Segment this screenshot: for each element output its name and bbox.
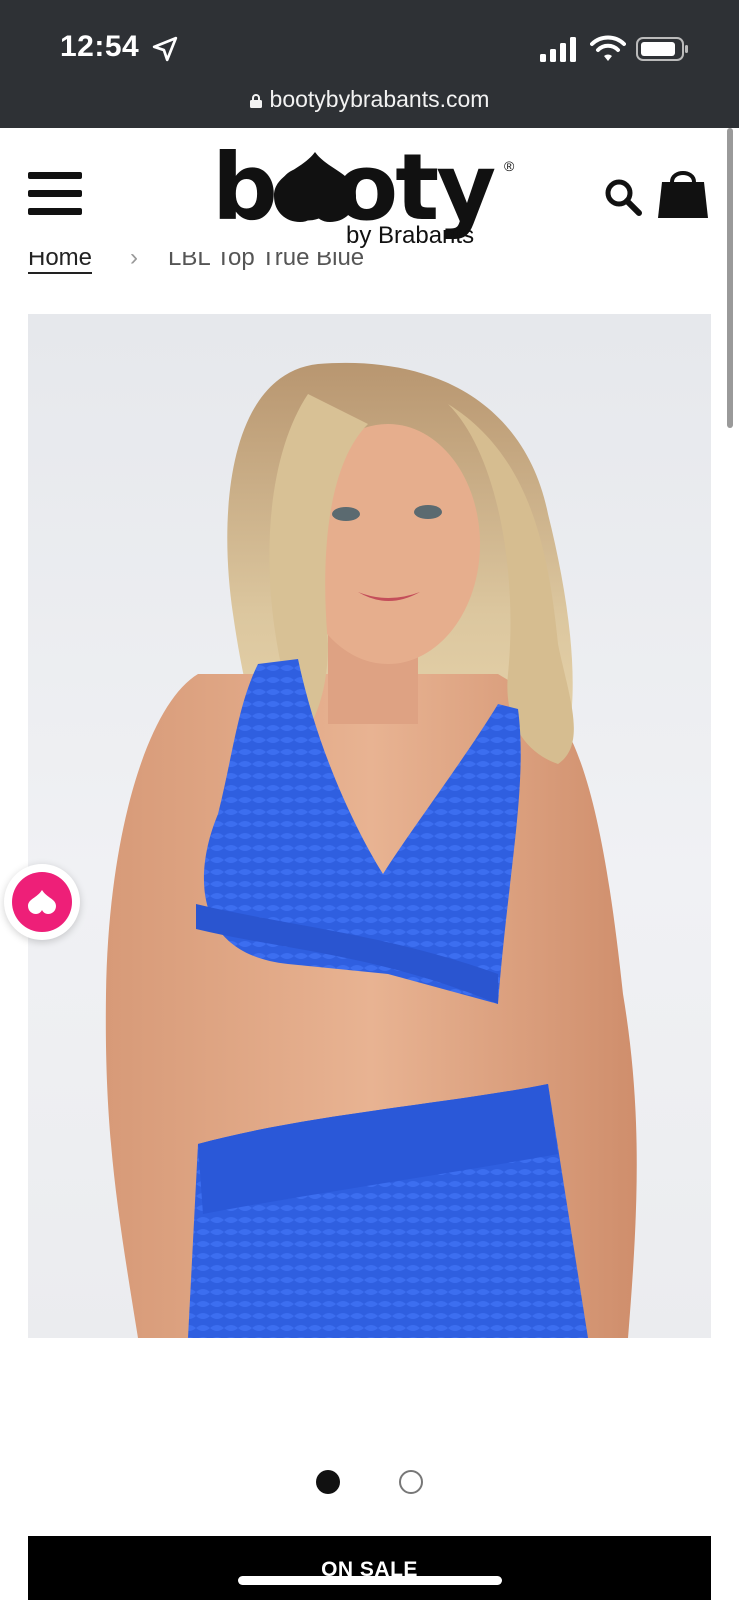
breadcrumb-current: LBL Top True Blue <box>168 252 365 271</box>
site-header: booty ® by Brabants <box>0 128 739 258</box>
product-image[interactable] <box>28 314 711 1338</box>
logo-subtitle: by Brabants <box>346 222 475 249</box>
address-url: bootybybrabants.com <box>269 86 490 112</box>
lock-icon <box>249 94 262 108</box>
home-indicator[interactable] <box>238 1576 502 1585</box>
wishlist-button-fill <box>12 872 72 932</box>
on-sale-banner: ON SALE <box>28 1536 711 1600</box>
address-bar[interactable]: bootybybrabants.com <box>0 86 739 113</box>
status-time: 12:54 <box>60 30 140 63</box>
shopping-bag-icon[interactable] <box>656 166 710 220</box>
search-icon[interactable] <box>604 178 642 216</box>
heart-icon <box>28 890 56 914</box>
cellular-signal-icon <box>540 37 576 62</box>
carousel-pagination <box>0 1470 739 1496</box>
battery-icon <box>636 37 688 61</box>
carousel-dot-1-active[interactable] <box>316 1470 340 1494</box>
browser-status-bar: 12:54 bootybybrabants.com <box>0 0 739 128</box>
logo-heart-icon <box>274 152 356 222</box>
registered-mark: ® <box>504 158 515 174</box>
breadcrumb: Home › LBL Top True Blue <box>28 252 528 282</box>
carousel-dot-2[interactable] <box>399 1470 423 1494</box>
wifi-icon <box>590 35 626 61</box>
menu-icon[interactable] <box>28 172 82 216</box>
breadcrumb-home-link[interactable]: Home <box>28 252 93 274</box>
product-photo-illustration <box>105 362 637 1338</box>
brand-logo[interactable]: booty ® by Brabants <box>212 134 522 252</box>
wishlist-floating-button[interactable] <box>4 864 80 940</box>
breadcrumb-separator: › <box>130 252 138 271</box>
location-arrow-icon <box>152 36 178 62</box>
page-scrollbar[interactable] <box>727 128 733 428</box>
